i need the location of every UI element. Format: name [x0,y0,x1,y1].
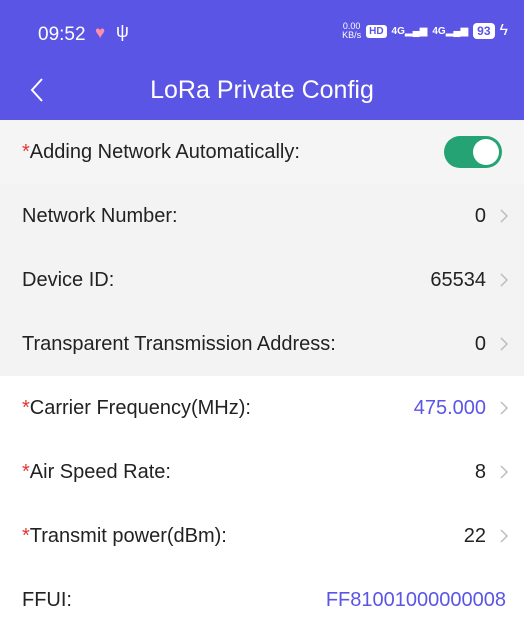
setting-label-text: Device ID: [22,268,115,291]
setting-label: *Air Speed Rate: [22,461,171,484]
setting-label-text: Transmit power(dBm): [29,524,227,547]
status-time: 09:52 [38,24,86,45]
settings-row-network-number[interactable]: Network Number: 0 [0,184,524,248]
settings-row-air-speed-rate[interactable]: *Air Speed Rate: 8 [0,440,524,504]
setting-label: *Carrier Frequency(MHz): [22,397,251,420]
setting-value: FF81001000000008 [325,588,506,611]
setting-label: FFUI: [22,589,72,612]
toggle-knob [473,139,499,165]
setting-label-text: Network Number: [22,204,178,227]
sim2-label: 4G [432,25,446,37]
setting-label: Transparent Transmission Address: [22,333,336,356]
settings-row-carrier-frequency[interactable]: *Carrier Frequency(MHz): 475.000 [0,376,524,440]
sim1-label: 4G [391,25,405,37]
usb-icon: ψ [116,21,129,41]
chevron-right-icon [500,401,509,415]
title-bar: LoRa Private Config [0,66,524,120]
chevron-right-icon [500,529,509,543]
page-title: LoRa Private Config [150,76,374,104]
chevron-right-icon [500,337,509,351]
setting-label: Device ID: [22,269,114,292]
settings-row-device-id[interactable]: Device ID: 65534 [0,248,524,312]
signal-icon-sim1: 4G▂▄▆ [391,25,428,37]
status-bar: 09:52 ♥ ψ 0.00 KB/s HD 4G▂▄▆ 4G▂▄▆ 93 ϟ [0,0,524,66]
required-marker: * [22,524,30,547]
settings-row-transparent-address[interactable]: Transparent Transmission Address: 0 [0,312,524,376]
setting-value: 0 [474,204,486,227]
setting-label: *Adding Network Automatically: [22,141,300,164]
chevron-right-icon [500,273,509,287]
setting-label-text: Transparent Transmission Address: [22,332,336,355]
settings-row-ffui: FFUI: FF81001000000008 [0,568,524,632]
battery-icon: 93 [473,23,495,39]
setting-label: Network Number: [22,205,178,228]
setting-value: 22 [463,524,486,547]
hd-icon: HD [366,24,387,38]
signal-icon-sim2: 4G▂▄▆ [432,25,469,37]
auto-network-toggle[interactable] [444,136,502,168]
chevron-right-icon [500,209,509,223]
setting-label: *Transmit power(dBm): [22,525,227,548]
setting-value: 475.000 [413,396,486,419]
setting-value: 8 [474,460,486,483]
setting-label-text: Air Speed Rate: [29,460,171,483]
required-marker: * [22,460,30,483]
network-speed: 0.00 KB/s [342,22,361,40]
required-marker: * [22,140,30,163]
settings-row-transmit-power[interactable]: *Transmit power(dBm): 22 [0,504,524,568]
setting-value: 65534 [430,268,486,291]
settings-row-auto-network: *Adding Network Automatically: [0,120,524,184]
setting-label-text: Adding Network Automatically: [29,140,300,163]
network-speed-unit: KB/s [342,30,362,40]
app-header: 09:52 ♥ ψ 0.00 KB/s HD 4G▂▄▆ 4G▂▄▆ 93 ϟ … [0,0,524,120]
settings-list: *Adding Network Automatically: Network N… [0,120,524,632]
required-marker: * [22,396,30,419]
charging-icon: ϟ [499,22,508,39]
chevron-right-icon [500,465,509,479]
setting-label-text: Carrier Frequency(MHz): [29,396,251,419]
heart-icon: ♥ [95,23,106,42]
setting-value: 0 [474,332,486,355]
setting-label-text: FFUI: [22,588,72,611]
status-indicators: 0.00 KB/s HD 4G▂▄▆ 4G▂▄▆ 93 ϟ [342,22,508,40]
